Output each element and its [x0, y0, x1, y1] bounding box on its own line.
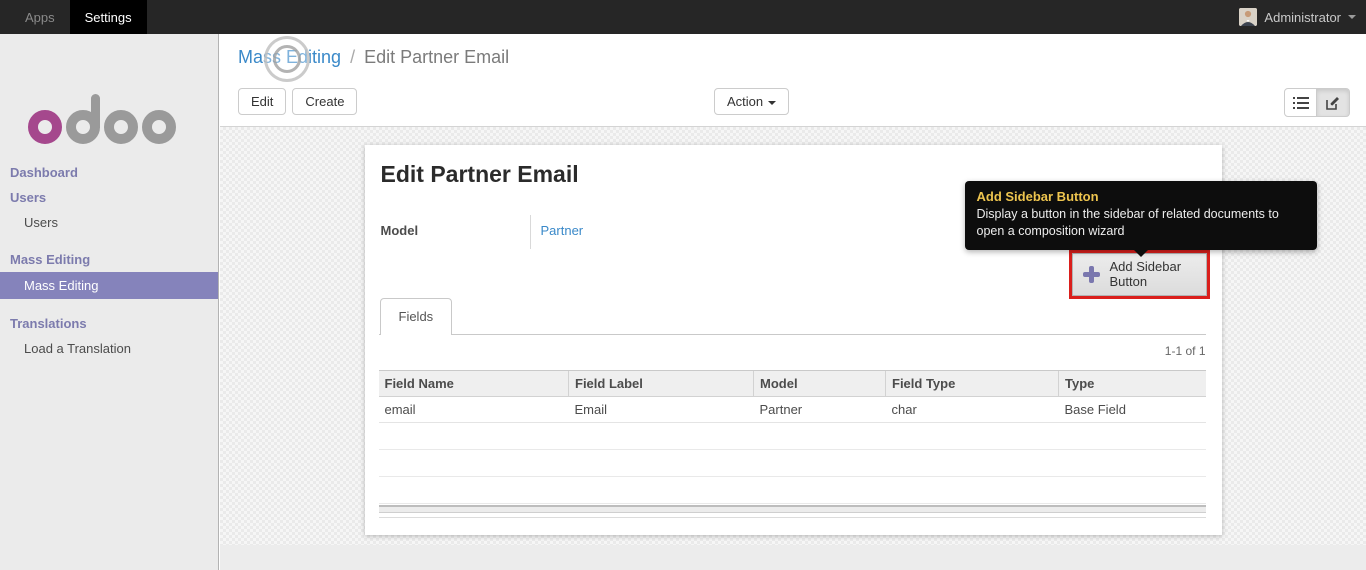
col-field-label[interactable]: Field Label [568, 370, 754, 397]
sidebar-heading-translations[interactable]: Translations [0, 311, 218, 336]
content: Mass Editing / Edit Partner Email Edit C… [220, 34, 1366, 570]
tooltip: Add Sidebar Button Display a button in t… [964, 181, 1317, 257]
breadcrumb-separator: / [350, 47, 356, 67]
cell-field-label: Email [568, 396, 754, 423]
sidebar-heading-mass-editing[interactable]: Mass Editing [0, 247, 218, 272]
sidebar-item-users[interactable]: Users [0, 210, 218, 235]
tooltip-arrow [1132, 248, 1149, 257]
control-panel: Mass Editing / Edit Partner Email Edit C… [220, 34, 1366, 127]
tooltip-title: Add Sidebar Button [976, 189, 1099, 204]
cell-model: Partner [753, 396, 886, 423]
add-sidebar-button-label: Add Sidebar Button [1109, 258, 1182, 289]
odoo-logo [28, 70, 218, 148]
sidebar-item-load-translation[interactable]: Load a Translation [0, 336, 218, 361]
add-sidebar-button[interactable]: Add Sidebar Button [1071, 253, 1207, 296]
sidebar-item-mass-editing[interactable]: Mass Editing [0, 272, 218, 299]
breadcrumb-current: Edit Partner Email [364, 47, 510, 67]
fields-table: Field Name Field Label Model Field Type … [378, 370, 1206, 504]
cell-field-name: email [378, 396, 569, 423]
tooltip-body: Display a button in the sidebar of relat… [976, 207, 1279, 238]
user-menu[interactable]: Administrator [1239, 0, 1366, 34]
field-separator [529, 215, 531, 249]
user-name: Administrator [1264, 9, 1341, 25]
annotation-highlight: Add Sidebar Button [1068, 250, 1210, 299]
topbar: Apps Settings Administrator [0, 0, 1366, 34]
loading-spinner-inner [273, 45, 301, 73]
pager[interactable]: 1-1 of 1 [1165, 344, 1206, 358]
menu-settings[interactable]: Settings [69, 0, 147, 34]
empty-row [378, 449, 1206, 477]
table-header-row: Field Name Field Label Model Field Type … [378, 370, 1206, 397]
col-model[interactable]: Model [753, 370, 886, 397]
logo-ring-o2 [104, 110, 138, 144]
view-switcher [1284, 88, 1350, 117]
logo-ring-o1 [28, 110, 62, 144]
edit-button[interactable]: Edit [238, 88, 287, 115]
sidebar-menu: Dashboard Users Users Mass Editing Mass … [0, 160, 218, 361]
table-footer-line [378, 517, 1206, 518]
avatar [1239, 8, 1258, 26]
cell-field-type: char [885, 396, 1059, 423]
menu-apps[interactable]: Apps [10, 0, 70, 34]
logo-ring-o3 [142, 110, 176, 144]
topbar-menu: Apps Settings [0, 0, 147, 34]
loading-spinner [264, 36, 310, 82]
page-title: Edit Partner Email [380, 161, 579, 187]
pencil-icon [1326, 96, 1339, 110]
logo-d-stem [91, 94, 100, 128]
list-icon [1292, 96, 1309, 109]
action-button-label: Action [727, 94, 764, 109]
list-view-button[interactable] [1284, 88, 1317, 117]
bottom-strip [220, 545, 1366, 570]
sidebar-heading-users[interactable]: Users [0, 185, 218, 210]
control-panel-buttons: Edit Create [238, 88, 358, 115]
main-area: Edit Partner Email Model Partner Add Sid… [220, 127, 1366, 570]
create-button[interactable]: Create [292, 88, 358, 115]
action-dropdown[interactable]: Action [714, 88, 790, 115]
model-field-row: Model Partner [381, 215, 941, 249]
sidebar: Dashboard Users Users Mass Editing Mass … [0, 34, 219, 570]
table-row[interactable]: email Email Partner char Base Field [378, 396, 1206, 423]
tab-fields[interactable]: Fields [379, 298, 453, 335]
caret-down-icon [1348, 15, 1356, 19]
tab-divider [378, 334, 1206, 335]
col-type[interactable]: Type [1058, 370, 1206, 397]
sidebar-heading-dashboard[interactable]: Dashboard [0, 160, 218, 185]
empty-row [378, 476, 1206, 504]
col-field-type[interactable]: Field Type [885, 370, 1059, 397]
form-view-button[interactable] [1317, 88, 1350, 117]
model-label: Model [380, 223, 419, 238]
empty-row [378, 422, 1206, 450]
cell-type: Base Field [1058, 396, 1206, 423]
screen: Apps Settings Administrator Dashboard Us… [0, 0, 1366, 570]
form-sheet: Edit Partner Email Model Partner Add Sid… [364, 145, 1317, 535]
plus-icon [1082, 266, 1100, 283]
caret-down-icon [768, 100, 777, 105]
action-button[interactable]: Action [714, 88, 790, 115]
col-field-name[interactable]: Field Name [378, 370, 569, 397]
model-value-link[interactable]: Partner [541, 223, 584, 238]
table-footer [378, 505, 1206, 513]
